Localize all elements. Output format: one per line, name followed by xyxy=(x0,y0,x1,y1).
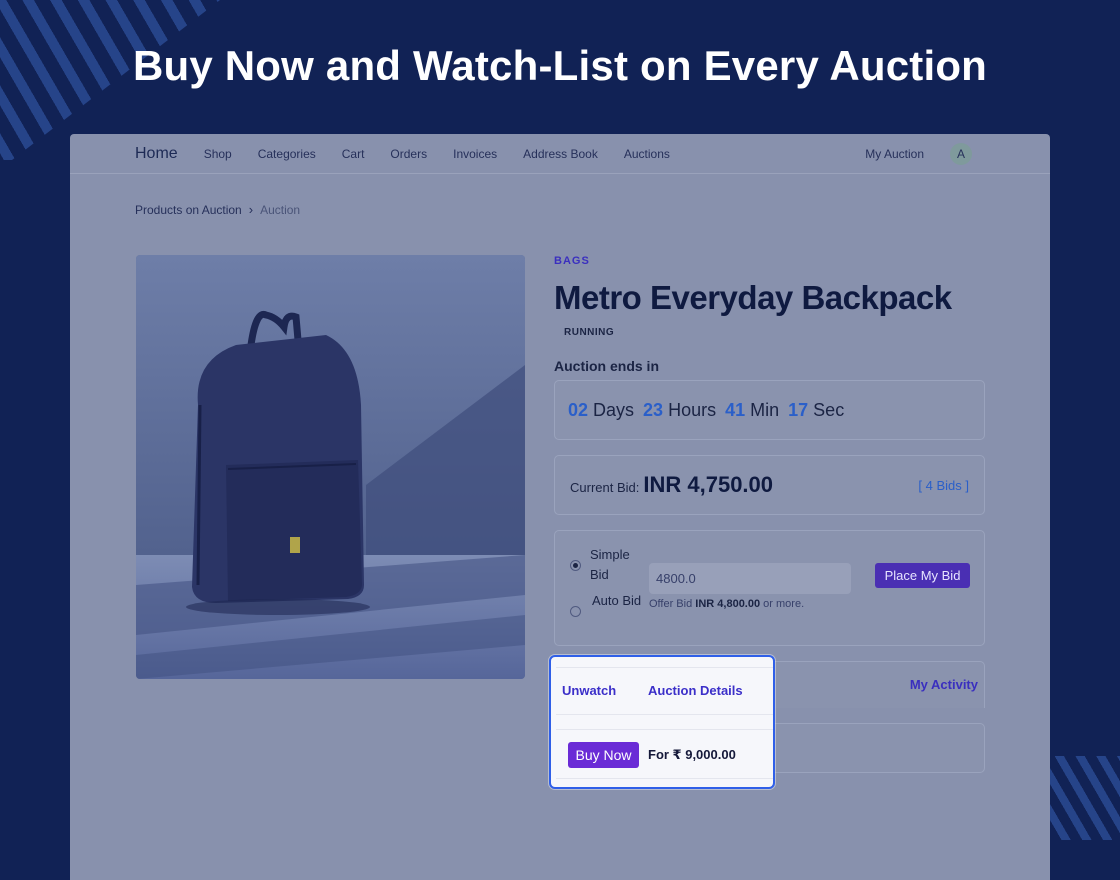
decorative-stripes-bottom-right xyxy=(1050,756,1120,840)
countdown-min-unit: Min xyxy=(750,399,780,420)
offer-suffix: or more. xyxy=(763,598,805,610)
nav-right: My Auction A xyxy=(865,134,972,174)
nav-item-auctions[interactable]: Auctions xyxy=(624,147,670,161)
breadcrumb-parent[interactable]: Products on Auction xyxy=(135,203,242,217)
unwatch-button[interactable]: Unwatch xyxy=(562,683,616,698)
nav-item-shop[interactable]: Shop xyxy=(204,147,232,161)
offer-prefix: Offer Bid xyxy=(649,598,693,610)
current-bid-amount: INR 4,750.00 xyxy=(643,472,774,497)
nav-item-orders[interactable]: Orders xyxy=(390,147,427,161)
countdown-card: 02 Days 23 Hours 41 Min 17 Sec xyxy=(554,380,985,440)
buy-now-row: Buy Now For ₹ 9,000.00 xyxy=(556,729,773,779)
product-category[interactable]: BAGS xyxy=(554,255,985,267)
nav-home-link[interactable]: Home xyxy=(135,145,178,163)
simple-bid-label[interactable]: Simple Bid xyxy=(590,545,640,585)
countdown-hours-unit: Hours xyxy=(668,399,717,420)
countdown-sec: 17 xyxy=(788,399,809,420)
bids-count-link[interactable]: [ 4 Bids ] xyxy=(918,478,969,493)
nav-item-address-book[interactable]: Address Book xyxy=(523,147,598,161)
avatar[interactable]: A xyxy=(950,143,972,165)
bid-amount-input[interactable] xyxy=(649,563,851,594)
product-title: Metro Everyday Backpack xyxy=(554,279,952,316)
current-bid-card: Current Bid: INR 4,750.00 [ 4 Bids ] xyxy=(554,455,985,515)
highlight-callout: Unwatch Auction Details Buy Now For ₹ 9,… xyxy=(549,655,775,789)
countdown-min: 41 xyxy=(725,399,746,420)
hero-title: Buy Now and Watch-List on Every Auction xyxy=(132,42,988,89)
countdown-days-unit: Days xyxy=(593,399,635,420)
buy-now-price: For ₹ 9,000.00 xyxy=(648,747,736,762)
nav-my-auction[interactable]: My Auction xyxy=(865,147,924,161)
status-badge: RUNNING xyxy=(564,327,615,338)
chevron-right-icon: › xyxy=(248,202,254,217)
tab-my-activity[interactable]: My Activity xyxy=(910,677,978,692)
product-image xyxy=(136,255,525,679)
countdown-sec-unit: Sec xyxy=(813,399,845,420)
top-navbar: Home Shop Categories Cart Orders Invoice… xyxy=(70,134,1050,174)
nav-item-invoices[interactable]: Invoices xyxy=(453,147,497,161)
highlight-tabs: Unwatch Auction Details xyxy=(556,667,773,715)
backpack-photo xyxy=(136,255,525,679)
place-bid-card: Simple Bid Auto Bid Offer Bid INR 4,800.… xyxy=(554,530,985,646)
auction-ends-label: Auction ends in xyxy=(554,358,659,374)
breadcrumb-current: Auction xyxy=(260,202,301,217)
countdown-days: 02 xyxy=(568,399,589,420)
offer-amount: INR 4,800.00 xyxy=(695,598,761,610)
countdown-hours: 23 xyxy=(643,399,664,420)
buy-now-button[interactable]: Buy Now xyxy=(568,742,639,768)
auto-bid-radio[interactable] xyxy=(570,606,581,617)
breadcrumb: Products on Auction › Auction xyxy=(135,202,300,217)
auto-bid-label[interactable]: Auto Bid xyxy=(592,591,642,611)
simple-bid-radio[interactable] xyxy=(570,560,581,571)
offer-note: Offer Bid INR 4,800.00 or more. xyxy=(649,598,804,610)
nav-item-categories[interactable]: Categories xyxy=(258,147,316,161)
nav-item-cart[interactable]: Cart xyxy=(342,147,365,161)
current-bid-label: Current Bid: xyxy=(570,479,640,495)
place-my-bid-button[interactable]: Place My Bid xyxy=(875,563,970,588)
tab-auction-details[interactable]: Auction Details xyxy=(648,683,743,698)
